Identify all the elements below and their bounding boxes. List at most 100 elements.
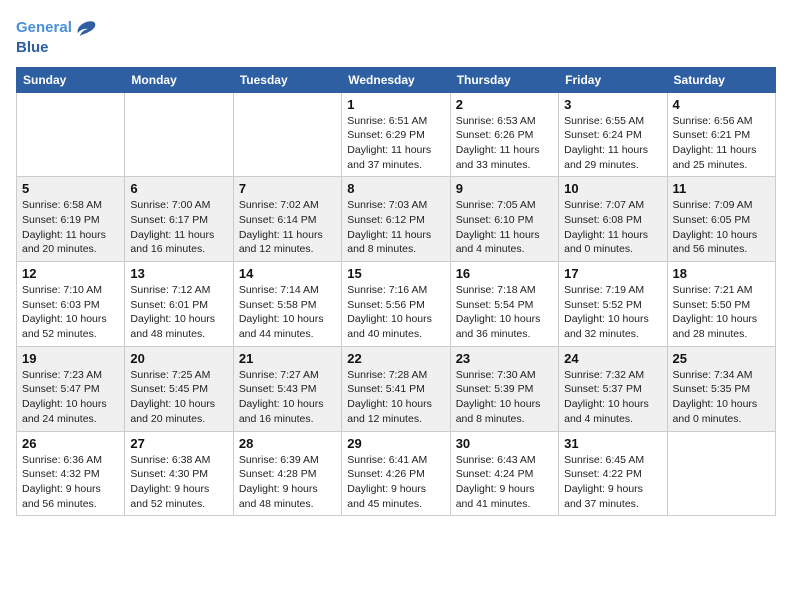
day-cell: 3 Sunrise: 6:55 AM Sunset: 6:24 PM Daylig… [559,92,667,177]
day-cell [667,431,775,516]
day-cell: 7 Sunrise: 7:02 AM Sunset: 6:14 PM Daylig… [233,177,341,262]
header-friday: Friday [559,67,667,92]
day-number: 7 [239,181,336,196]
day-info: Sunrise: 6:43 AM Sunset: 4:24 PM Dayligh… [456,453,553,512]
day-number: 20 [130,351,227,366]
day-info: Sunrise: 7:18 AM Sunset: 5:54 PM Dayligh… [456,283,553,342]
day-number: 17 [564,266,661,281]
logo-general: General [16,19,72,36]
day-number: 21 [239,351,336,366]
day-number: 31 [564,436,661,451]
day-info: Sunrise: 6:53 AM Sunset: 6:26 PM Dayligh… [456,114,553,173]
day-number: 10 [564,181,661,196]
day-number: 5 [22,181,119,196]
day-cell: 28 Sunrise: 6:39 AM Sunset: 4:28 PM Dayli… [233,431,341,516]
header-wednesday: Wednesday [342,67,450,92]
day-info: Sunrise: 6:55 AM Sunset: 6:24 PM Dayligh… [564,114,661,173]
day-cell [233,92,341,177]
day-info: Sunrise: 7:00 AM Sunset: 6:17 PM Dayligh… [130,198,227,257]
day-number: 19 [22,351,119,366]
header-thursday: Thursday [450,67,558,92]
day-info: Sunrise: 7:02 AM Sunset: 6:14 PM Dayligh… [239,198,336,257]
day-cell: 11 Sunrise: 7:09 AM Sunset: 6:05 PM Dayli… [667,177,775,262]
day-info: Sunrise: 7:16 AM Sunset: 5:56 PM Dayligh… [347,283,444,342]
day-cell: 5 Sunrise: 6:58 AM Sunset: 6:19 PM Daylig… [17,177,125,262]
day-number: 2 [456,97,553,112]
day-cell: 27 Sunrise: 6:38 AM Sunset: 4:30 PM Dayli… [125,431,233,516]
week-row-4: 19Sunrise: 7:23 AM Sunset: 5:47 PM Dayli… [17,346,776,431]
day-cell: 30 Sunrise: 6:43 AM Sunset: 4:24 PM Dayli… [450,431,558,516]
day-info: Sunrise: 6:51 AM Sunset: 6:29 PM Dayligh… [347,114,444,173]
day-cell: 12 Sunrise: 7:10 AM Sunset: 6:03 PM Dayli… [17,262,125,347]
day-cell: 16 Sunrise: 7:18 AM Sunset: 5:54 PM Dayli… [450,262,558,347]
day-info: Sunrise: 7:09 AM Sunset: 6:05 PM Dayligh… [673,198,770,257]
day-number: 30 [456,436,553,451]
day-number: 29 [347,436,444,451]
day-cell: 24Sunrise: 7:32 AM Sunset: 5:37 PM Dayli… [559,346,667,431]
day-info: Sunrise: 6:36 AM Sunset: 4:32 PM Dayligh… [22,453,119,512]
day-number: 12 [22,266,119,281]
day-cell: 14 Sunrise: 7:14 AM Sunset: 5:58 PM Dayli… [233,262,341,347]
day-cell: 26 Sunrise: 6:36 AM Sunset: 4:32 PM Dayli… [17,431,125,516]
day-info: Sunrise: 6:58 AM Sunset: 6:19 PM Dayligh… [22,198,119,257]
day-number: 6 [130,181,227,196]
day-info: Sunrise: 7:14 AM Sunset: 5:58 PM Dayligh… [239,283,336,342]
day-number: 23 [456,351,553,366]
day-info: Sunrise: 6:56 AM Sunset: 6:21 PM Dayligh… [673,114,770,173]
day-number: 28 [239,436,336,451]
day-info: Sunrise: 7:07 AM Sunset: 6:08 PM Dayligh… [564,198,661,257]
day-info: Sunrise: 7:21 AM Sunset: 5:50 PM Dayligh… [673,283,770,342]
day-info: Sunrise: 6:38 AM Sunset: 4:30 PM Dayligh… [130,453,227,512]
day-cell: 8 Sunrise: 7:03 AM Sunset: 6:12 PM Daylig… [342,177,450,262]
day-number: 25 [673,351,770,366]
day-number: 4 [673,97,770,112]
day-cell: 23 Sunrise: 7:30 AM Sunset: 5:39 PM Dayli… [450,346,558,431]
day-info: Sunrise: 6:39 AM Sunset: 4:28 PM Dayligh… [239,453,336,512]
day-number: 16 [456,266,553,281]
day-info: Sunrise: 7:34 AM Sunset: 5:35 PM Dayligh… [673,368,770,427]
day-number: 9 [456,181,553,196]
day-cell: 17 Sunrise: 7:19 AM Sunset: 5:52 PM Dayli… [559,262,667,347]
day-number: 26 [22,436,119,451]
day-info: Sunrise: 7:19 AM Sunset: 5:52 PM Dayligh… [564,283,661,342]
day-cell: 29 Sunrise: 6:41 AM Sunset: 4:26 PM Dayli… [342,431,450,516]
header-monday: Monday [125,67,233,92]
day-cell: 6 Sunrise: 7:00 AM Sunset: 6:17 PM Daylig… [125,177,233,262]
week-row-5: 26 Sunrise: 6:36 AM Sunset: 4:32 PM Dayli… [17,431,776,516]
day-cell [125,92,233,177]
day-info: Sunrise: 6:45 AM Sunset: 4:22 PM Dayligh… [564,453,661,512]
day-info: Sunrise: 6:41 AM Sunset: 4:26 PM Dayligh… [347,453,444,512]
logo-bird-icon [74,16,98,40]
day-cell: 19Sunrise: 7:23 AM Sunset: 5:47 PM Dayli… [17,346,125,431]
day-cell: 4 Sunrise: 6:56 AM Sunset: 6:21 PM Daylig… [667,92,775,177]
day-info: Sunrise: 7:30 AM Sunset: 5:39 PM Dayligh… [456,368,553,427]
day-info: Sunrise: 7:03 AM Sunset: 6:12 PM Dayligh… [347,198,444,257]
day-info: Sunrise: 7:05 AM Sunset: 6:10 PM Dayligh… [456,198,553,257]
week-row-3: 12 Sunrise: 7:10 AM Sunset: 6:03 PM Dayli… [17,262,776,347]
day-number: 1 [347,97,444,112]
day-cell: 31 Sunrise: 6:45 AM Sunset: 4:22 PM Dayli… [559,431,667,516]
day-cell: 1 Sunrise: 6:51 AM Sunset: 6:29 PM Daylig… [342,92,450,177]
day-cell: 9 Sunrise: 7:05 AM Sunset: 6:10 PM Daylig… [450,177,558,262]
day-info: Sunrise: 7:10 AM Sunset: 6:03 PM Dayligh… [22,283,119,342]
day-cell: 10 Sunrise: 7:07 AM Sunset: 6:08 PM Dayli… [559,177,667,262]
day-number: 3 [564,97,661,112]
top-bar: General Blue [16,16,776,61]
week-row-2: 5 Sunrise: 6:58 AM Sunset: 6:19 PM Daylig… [17,177,776,262]
header-row: SundayMondayTuesdayWednesdayThursdayFrid… [17,67,776,92]
logo: General Blue [16,16,98,57]
day-number: 13 [130,266,227,281]
week-row-1: 1 Sunrise: 6:51 AM Sunset: 6:29 PM Daylig… [17,92,776,177]
day-number: 14 [239,266,336,281]
day-info: Sunrise: 7:12 AM Sunset: 6:01 PM Dayligh… [130,283,227,342]
header-tuesday: Tuesday [233,67,341,92]
day-cell: 15 Sunrise: 7:16 AM Sunset: 5:56 PM Dayli… [342,262,450,347]
day-number: 18 [673,266,770,281]
day-number: 15 [347,266,444,281]
day-number: 27 [130,436,227,451]
day-number: 8 [347,181,444,196]
day-number: 11 [673,181,770,196]
day-info: Sunrise: 7:32 AM Sunset: 5:37 PM Dayligh… [564,368,661,427]
logo-blue: Blue [16,39,49,56]
day-cell: 2 Sunrise: 6:53 AM Sunset: 6:26 PM Daylig… [450,92,558,177]
